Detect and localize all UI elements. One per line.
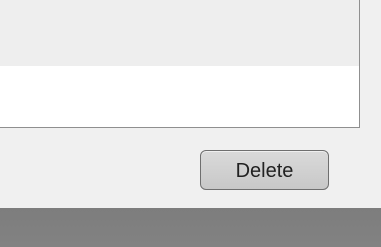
dialog-area: Delete [0,0,381,208]
list-item[interactable] [0,66,359,127]
list-box[interactable] [0,0,360,128]
list-item[interactable] [0,0,359,66]
delete-button[interactable]: Delete [200,150,329,190]
bottom-bar [0,208,381,247]
